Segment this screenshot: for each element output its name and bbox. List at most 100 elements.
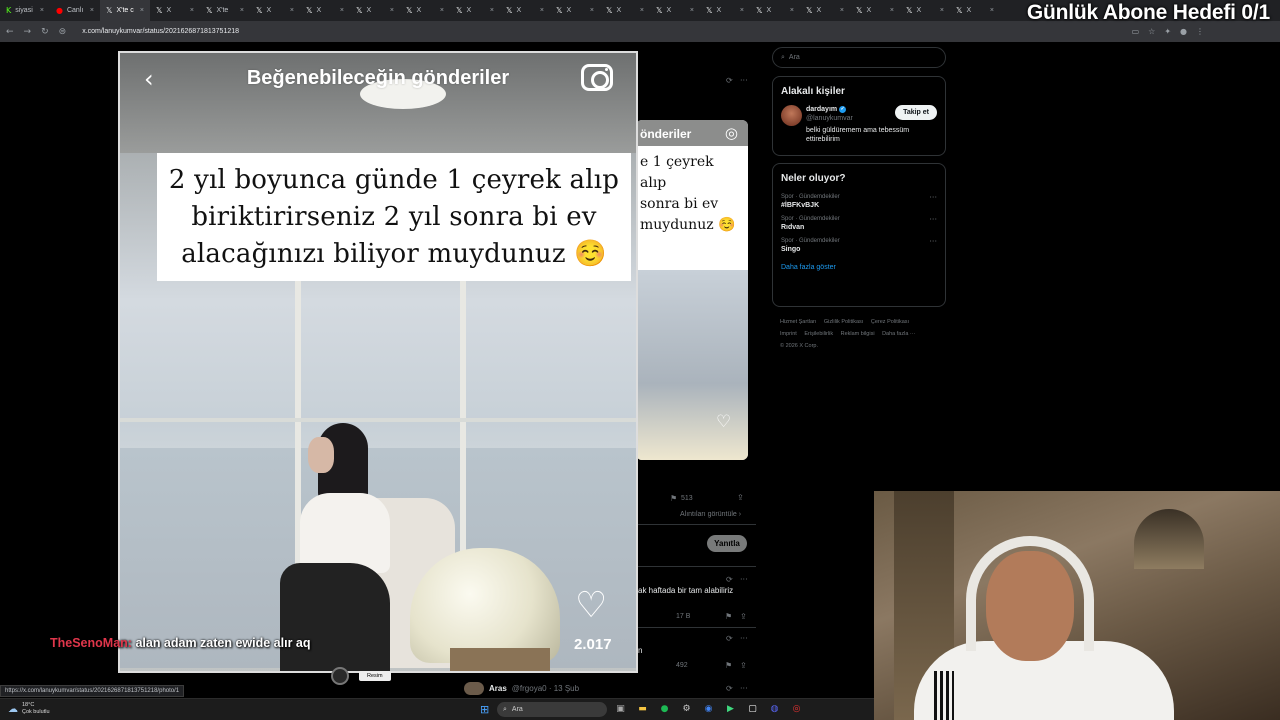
author-name[interactable]: Aras (489, 684, 507, 693)
browser-tab[interactable]: 𝕏 X'te × (200, 0, 250, 21)
background-post-image[interactable]: önderiler ◎ e 1 çeyrek alıp sonra bi ev … (636, 120, 748, 460)
person-name[interactable]: dardayım (806, 105, 837, 114)
close-tab-icon[interactable]: × (40, 7, 44, 14)
more-options-icon[interactable]: ··· (740, 575, 748, 584)
search-input[interactable]: ⌕ Ara (772, 47, 946, 68)
close-tab-icon[interactable]: × (890, 7, 894, 14)
browser-tab[interactable]: 𝕏 X × (700, 0, 750, 21)
reload-icon[interactable]: ↻ (41, 27, 49, 37)
avatar[interactable] (464, 682, 484, 695)
close-tab-icon[interactable]: × (640, 7, 644, 14)
browser-tab[interactable]: 𝕏 X × (300, 0, 350, 21)
footer-link[interactable]: Reklam bilgisi (841, 331, 875, 337)
settings-icon[interactable]: ⚙ (680, 702, 693, 715)
discord-icon[interactable]: ◍ (768, 702, 781, 715)
close-tab-icon[interactable]: × (240, 7, 244, 14)
footer-link[interactable]: Gizlilik Politikası (824, 319, 863, 325)
grok-icon[interactable]: ⟳ (726, 575, 733, 584)
close-tab-icon[interactable]: × (590, 7, 594, 14)
menu-icon[interactable]: ⋮ (1196, 27, 1204, 36)
browser-tab[interactable]: 𝕏 X × (350, 0, 400, 21)
photo-viewer[interactable]: 2 yıl boyunca günde 1 çeyrek alıp birikt… (120, 53, 636, 671)
close-tab-icon[interactable]: × (90, 7, 94, 14)
close-tab-icon[interactable]: × (940, 7, 944, 14)
grok-icon[interactable]: ⟳ (726, 634, 733, 643)
show-more-link[interactable]: Daha fazla göster (773, 256, 945, 280)
browser-tab[interactable]: Ksiyasi × (0, 0, 50, 21)
close-tab-icon[interactable]: × (990, 7, 994, 14)
browser-tab[interactable]: 𝕏 X × (900, 0, 950, 21)
windows-start-icon[interactable]: ⊞ (480, 703, 489, 716)
footer-link[interactable]: Hizmet Şartları (780, 319, 816, 325)
task-view-icon[interactable]: ▣ (614, 702, 627, 715)
extension-icon[interactable]: ✦ (1164, 27, 1171, 36)
more-options-icon[interactable]: ··· (740, 634, 748, 643)
trend-item[interactable]: Spor · Gündemdekiler Rıdvan ··· (773, 212, 945, 234)
file-explorer-icon[interactable]: ▬ (636, 702, 649, 715)
record-icon[interactable]: ● (1180, 27, 1187, 36)
site-info-icon[interactable]: ⊜ (59, 27, 67, 37)
browser-tab[interactable]: 𝕏 X × (250, 0, 300, 21)
back-icon[interactable]: ← (6, 27, 14, 37)
grok-icon[interactable]: ⟳ (726, 684, 733, 693)
trend-item[interactable]: Spor · Gündemdekiler #İBFKvBJK ··· (773, 190, 945, 212)
grok-icon[interactable]: ⟳ (726, 76, 733, 85)
weather-widget[interactable]: ☁ 18°C Çok bulutlu (8, 702, 50, 716)
image-pager-dot[interactable] (331, 667, 349, 685)
spotify-icon[interactable]: ● (658, 702, 671, 715)
more-options-icon[interactable]: ··· (740, 684, 748, 693)
close-tab-icon[interactable]: × (490, 7, 494, 14)
bookmark-icon[interactable]: ⚑ (725, 661, 732, 670)
browser-tab[interactable]: 𝕏 X'te c × (100, 0, 150, 21)
share-icon[interactable]: ⇪ (740, 612, 747, 621)
related-person[interactable]: dardayım ✓ @lanuykumvar belki güldüremem… (773, 103, 945, 152)
more-options-icon[interactable]: ··· (929, 237, 937, 246)
close-tab-icon[interactable]: × (190, 7, 194, 14)
browser-tab[interactable]: 𝕏 X × (550, 0, 600, 21)
trend-item[interactable]: Spor · Gündemdekiler Singo ··· (773, 234, 945, 256)
share-icon[interactable]: ⇪ (737, 493, 744, 502)
browser-tab[interactable]: 𝕏 X × (450, 0, 500, 21)
forward-icon[interactable]: → (24, 27, 32, 37)
taskbar-search[interactable]: ⌕ Ara (497, 702, 607, 717)
more-options-icon[interactable]: ··· (740, 76, 748, 85)
close-tab-icon[interactable]: × (790, 7, 794, 14)
browser-tab[interactable]: 𝕏 X × (400, 0, 450, 21)
close-tab-icon[interactable]: × (540, 7, 544, 14)
browser-tab[interactable]: 𝕏 X × (950, 0, 1000, 21)
footer-link[interactable]: Çerez Politikası (871, 319, 909, 325)
share-icon[interactable]: ⇪ (740, 661, 747, 670)
browser-tab[interactable]: 𝕏 X × (500, 0, 550, 21)
url-field[interactable]: x.com/lanuykumvar/status/202162687181375… (82, 28, 239, 35)
close-tab-icon[interactable]: × (690, 7, 694, 14)
browser-tab[interactable]: 𝕏 X × (800, 0, 850, 21)
bookmark-icon[interactable]: ⚑ (725, 612, 732, 621)
reply-author[interactable]: Aras @frgoya0 · 13 Şub (464, 682, 579, 695)
cast-icon[interactable]: ▭ (1132, 27, 1140, 36)
chrome-icon[interactable]: ◉ (702, 702, 715, 715)
footer-link[interactable]: Erişilebilirlik (804, 331, 833, 337)
browser-tab[interactable]: 𝕏 X × (850, 0, 900, 21)
view-quotes-link[interactable]: Alıntıları görüntüle › (680, 511, 741, 518)
obs-icon[interactable]: ◎ (790, 702, 803, 715)
bookmark-icon[interactable]: ⚑ (670, 494, 677, 503)
media-player-icon[interactable]: ▶ (724, 702, 737, 715)
browser-tab[interactable]: 𝕏 X × (650, 0, 700, 21)
footer-link[interactable]: Daha fazla ··· (882, 331, 915, 337)
browser-tab[interactable]: 𝕏 X × (600, 0, 650, 21)
close-tab-icon[interactable]: × (140, 7, 144, 14)
bookmark-star-icon[interactable]: ☆ (1148, 27, 1155, 36)
app-icon[interactable]: ▢ (746, 702, 759, 715)
reply-button[interactable]: Yanıtla (707, 535, 747, 552)
close-tab-icon[interactable]: × (840, 7, 844, 14)
browser-tab[interactable]: ● Canlı × (50, 0, 100, 21)
more-options-icon[interactable]: ··· (929, 215, 937, 224)
close-tab-icon[interactable]: × (440, 7, 444, 14)
close-tab-icon[interactable]: × (290, 7, 294, 14)
avatar[interactable] (781, 105, 802, 126)
browser-tab[interactable]: 𝕏 X × (750, 0, 800, 21)
close-tab-icon[interactable]: × (390, 7, 394, 14)
more-options-icon[interactable]: ··· (929, 193, 937, 202)
close-tab-icon[interactable]: × (340, 7, 344, 14)
close-tab-icon[interactable]: × (740, 7, 744, 14)
